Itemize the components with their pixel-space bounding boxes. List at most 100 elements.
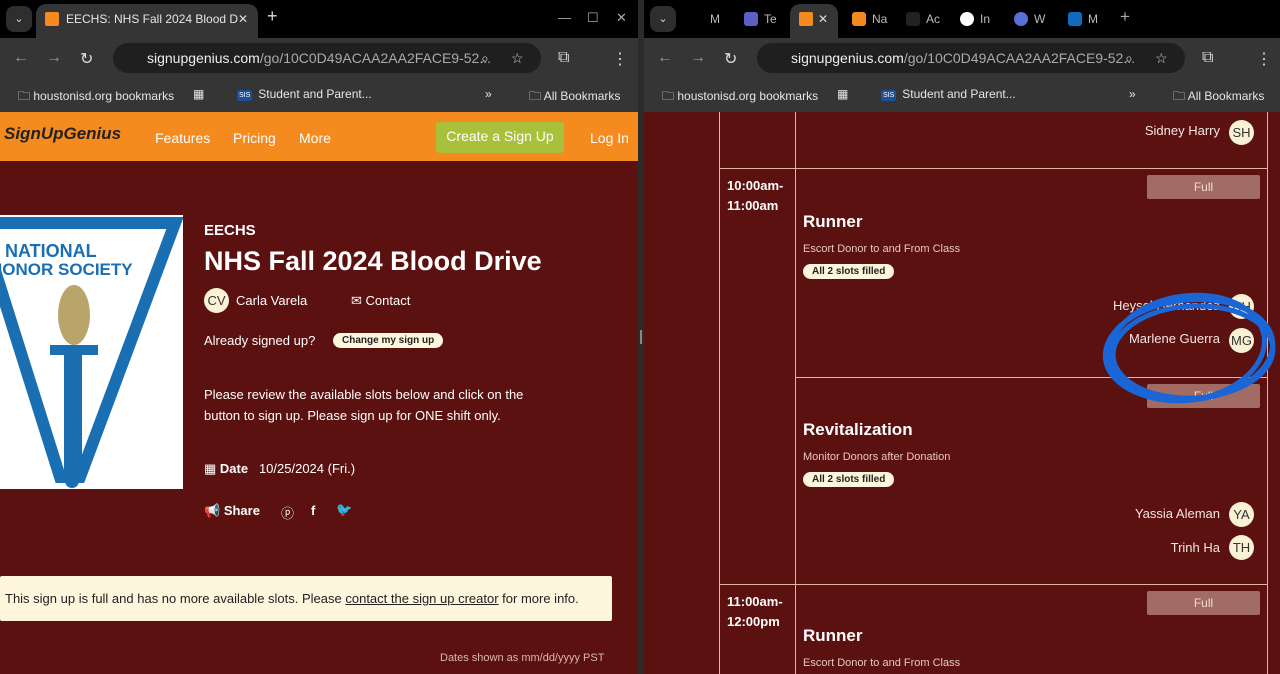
share-row: 📢 Share [204, 503, 260, 518]
person-name: Trinh Ha [1170, 540, 1220, 555]
zoom-icon[interactable]: ⌕ [1125, 43, 1133, 73]
url-path: /go/10C0D49ACAA2AA2FACE9-52... [259, 50, 491, 66]
instructions: Please review the available slots below … [204, 387, 524, 423]
page-title: NHS Fall 2024 Blood Drive [204, 246, 542, 276]
bookmark-folder[interactable]: 🗀 houstonisd.org bookmarks [662, 87, 818, 108]
change-signup-button[interactable]: Change my sign up [333, 333, 444, 348]
close-window-icon[interactable]: ✕ [616, 10, 627, 26]
person-avatar: YA [1229, 502, 1254, 527]
login-link[interactable]: Log In [590, 130, 629, 146]
date-row: ▦ Date 10/25/2024 (Fri.) [204, 461, 356, 476]
back-icon[interactable]: ← [657, 49, 673, 67]
forward-icon[interactable]: → [690, 49, 706, 67]
tab[interactable]: W [1014, 10, 1045, 28]
star-icon[interactable]: ☆ [511, 43, 524, 73]
tab-search-button[interactable]: ⌄ [6, 6, 32, 32]
person-avatar: SH [1229, 120, 1254, 145]
reload-icon[interactable]: ↻ [80, 49, 93, 69]
url-host: signupgenius.com [147, 50, 260, 66]
slot-description: Monitor Donors after Donation [803, 451, 951, 463]
tab[interactable]: In [960, 10, 990, 28]
address-bar[interactable]: signupgenius.com/go/10C0D49ACAA2AA2FACE9… [113, 43, 541, 73]
menu-icon[interactable]: ⋮ [612, 49, 628, 69]
person-avatar: TH [1229, 535, 1254, 560]
full-notice: This sign up is full and has no more ava… [0, 576, 612, 621]
slot-time: 11:00am- 12:00pm [727, 594, 783, 629]
slot-description: Escort Donor to and From Class [803, 243, 961, 255]
slot-role: Revitalization [803, 420, 913, 439]
signupgenius-favicon [799, 12, 813, 26]
apps-icon[interactable]: ▦ [193, 87, 204, 101]
new-tab-button[interactable]: + [1120, 7, 1130, 27]
more-bookmarks-icon[interactable]: » [485, 87, 492, 101]
all-bookmarks[interactable]: 🗀 All Bookmarks [1173, 87, 1264, 108]
tab[interactable]: M [690, 10, 720, 28]
extensions-icon[interactable]: ⧉ [558, 49, 569, 67]
toolbar: ← → ↻ signupgenius.com/go/10C0D49ACAA2AA… [644, 38, 1280, 78]
annotation-circle [1102, 292, 1276, 404]
megaphone-icon: 📢 [204, 503, 221, 518]
address-bar[interactable]: signupgenius.com/go/10C0D49ACAA2AA2FACE9… [757, 43, 1185, 73]
person-name: Yassia Aleman [1134, 506, 1220, 521]
nav-features[interactable]: Features [155, 130, 210, 146]
create-signup-button[interactable]: Create a Sign Up [436, 122, 564, 153]
slot-description: Escort Donor to and From Class [803, 657, 961, 669]
creator-name[interactable]: Carla Varela [236, 293, 307, 308]
maximize-icon[interactable]: ☐ [587, 10, 599, 26]
extensions-icon[interactable]: ⧉ [1202, 49, 1213, 67]
minimize-icon[interactable]: — [558, 10, 571, 25]
active-tab[interactable]: ✕ [790, 4, 838, 38]
signupgenius-favicon [45, 12, 59, 26]
pinterest-icon[interactable]: ⓟ [281, 503, 294, 522]
nav-more[interactable]: More [299, 130, 331, 146]
back-icon[interactable]: ← [13, 49, 29, 67]
slot-role: Runner [803, 626, 863, 645]
tab-teams[interactable]: Te [744, 10, 777, 28]
signupgenius-logo[interactable]: SignUpGenius [4, 124, 121, 144]
site-header: SignUpGenius Features Pricing More Creat… [0, 112, 638, 161]
contact-link[interactable]: ✉ Contact [351, 293, 410, 309]
tab-bar: ⌄ M Te ✕ Na Ac In W M + [644, 0, 1280, 38]
nav-pricing[interactable]: Pricing [233, 130, 276, 146]
svg-text:HONOR SOCIETY: HONOR SOCIETY [0, 260, 133, 279]
left-browser-window: ⌄ EECHS: NHS Fall 2024 Blood D ✕ + — ☐ ✕… [0, 0, 638, 674]
tab-search-button[interactable]: ⌄ [650, 6, 676, 32]
mail-icon: ✉ [351, 293, 362, 308]
creator-avatar: CV [204, 288, 229, 313]
toolbar: ← → ↻ signupgenius.com/go/10C0D49ACAA2AA… [0, 38, 638, 78]
bookmark-sis[interactable]: SIS Student and Parent... [237, 87, 372, 101]
apps-icon[interactable]: ▦ [837, 87, 848, 101]
already-signed-up-label: Already signed up? [204, 333, 316, 348]
bookmark-sis[interactable]: SIS Student and Parent... [881, 87, 1016, 101]
bookmarks-bar: 🗀 houstonisd.org bookmarks ▦ SIS Student … [0, 78, 638, 112]
svg-text:NATIONAL: NATIONAL [5, 241, 97, 261]
calendar-icon: ▦ [204, 461, 217, 476]
forward-icon[interactable]: → [46, 49, 62, 67]
slot-time: 10:00am- 11:00am [727, 178, 784, 213]
close-tab-icon[interactable]: ✕ [818, 4, 828, 34]
url-host: signupgenius.com [791, 50, 904, 66]
tab-title: EECHS: NHS Fall 2024 Blood D [66, 12, 239, 26]
menu-icon[interactable]: ⋮ [1256, 49, 1272, 69]
person-name: Sidney Harry [1144, 123, 1220, 138]
more-bookmarks-icon[interactable]: » [1129, 87, 1136, 101]
tab-outlook[interactable]: M [1068, 10, 1098, 28]
tab[interactable]: Ac [906, 10, 940, 28]
facebook-icon[interactable]: f [311, 503, 315, 518]
nhs-logo-image: NATIONAL HONOR SOCIETY [0, 215, 183, 489]
tab[interactable]: Na [852, 10, 887, 28]
bookmark-folder[interactable]: 🗀 houstonisd.org bookmarks [18, 87, 174, 108]
close-tab-icon[interactable]: ✕ [238, 4, 248, 34]
active-tab[interactable]: EECHS: NHS Fall 2024 Blood D ✕ [36, 4, 258, 38]
all-bookmarks[interactable]: 🗀 All Bookmarks [529, 87, 620, 108]
zoom-icon[interactable]: ⌕ [481, 43, 489, 73]
contact-creator-link[interactable]: contact the sign up creator [345, 591, 498, 606]
twitter-icon[interactable]: 🐦 [336, 502, 352, 518]
star-icon[interactable]: ☆ [1155, 43, 1168, 73]
full-button[interactable]: Full [1147, 591, 1260, 615]
full-button[interactable]: Full [1147, 175, 1260, 199]
new-tab-button[interactable]: + [267, 6, 278, 27]
row-divider [719, 168, 1268, 169]
slots-filled-badge: All 2 slots filled [803, 472, 895, 487]
reload-icon[interactable]: ↻ [724, 49, 737, 69]
